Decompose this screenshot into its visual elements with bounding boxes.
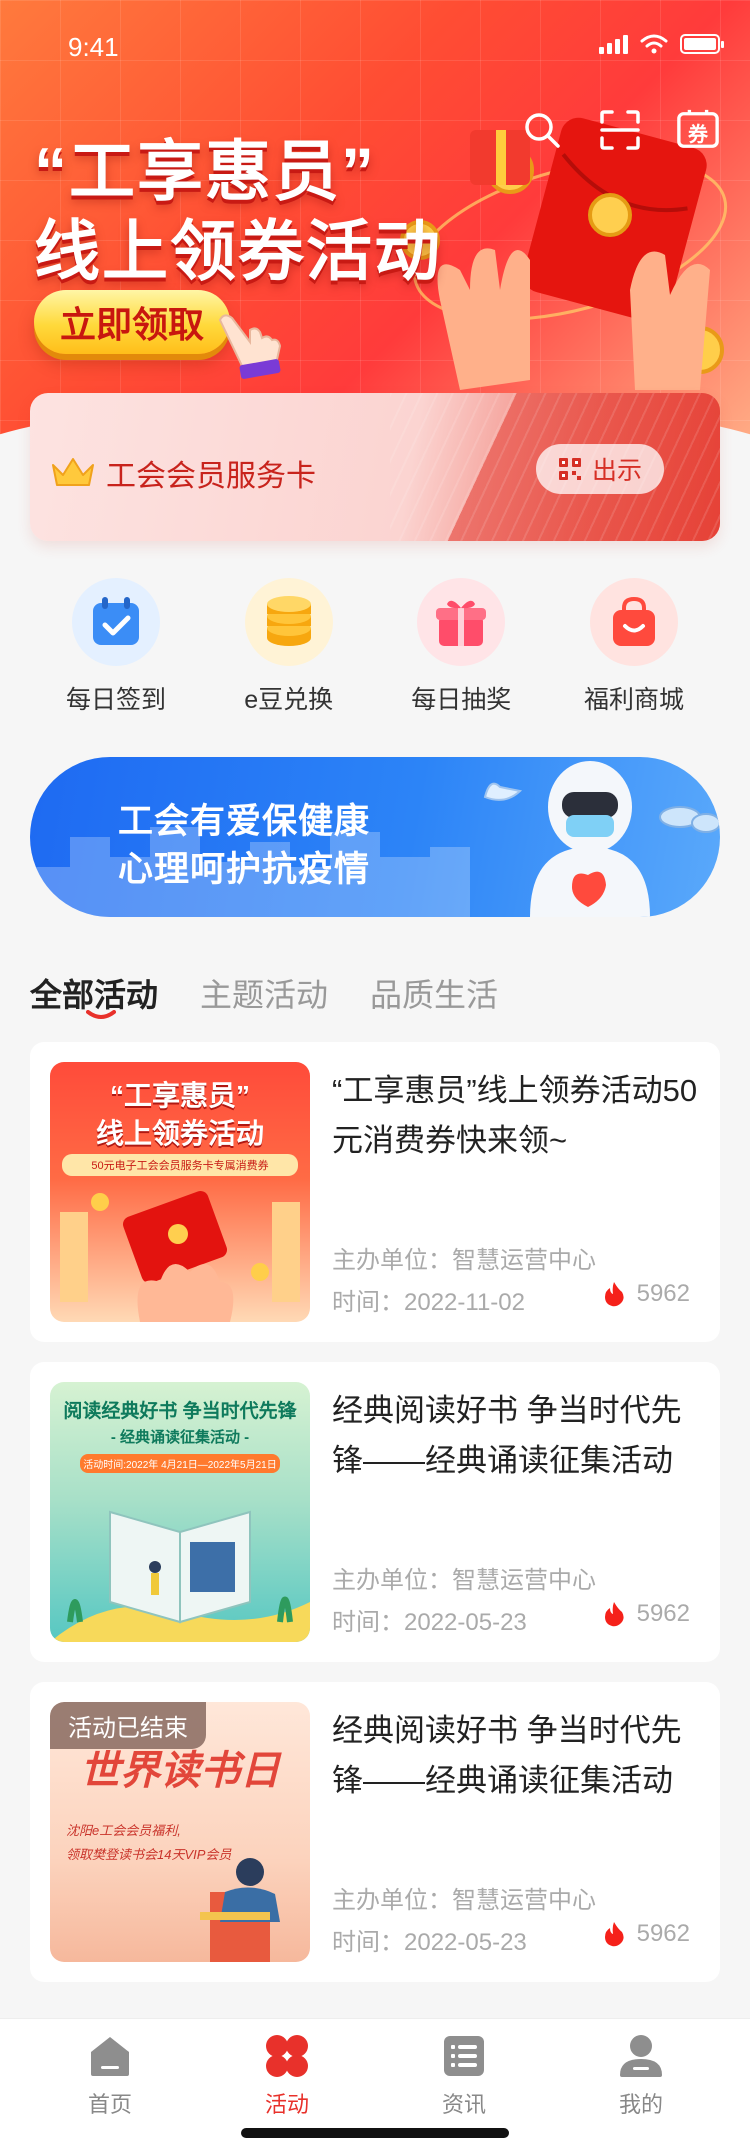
gift-icon [417, 578, 506, 666]
banner-line1: 工会有爱保健康 [118, 802, 371, 841]
quick-welfare-mall[interactable]: 福利商城 [548, 578, 720, 728]
coupon-icon[interactable]: 券 [676, 108, 720, 152]
news-list-icon [441, 2033, 487, 2079]
popularity-count: 5962 [636, 1280, 690, 1307]
activity-thumbnail: 世界读书日 沈阳e工会会员福利, 领取樊登读书会14天VIP会员 活动已结束 [50, 1702, 310, 1962]
member-card-label: 工会会员服务卡 [106, 460, 316, 493]
activity-clover-icon [264, 2033, 310, 2079]
member-service-card[interactable]: 工会会员服务卡 出示 [30, 393, 720, 541]
reader-illustration [200, 1858, 280, 1962]
quick-label: 每日抽奖 [411, 686, 512, 714]
medical-worker-illustration [483, 761, 720, 917]
show-card-button[interactable]: 出示 [536, 444, 664, 494]
flame-icon [604, 1922, 624, 1947]
red-envelope-icon [60, 1190, 300, 1322]
hero-title-line2: 线上领券活动 [34, 214, 442, 288]
pointing-hand-icon [218, 314, 282, 379]
quick-label: 福利商城 [583, 686, 684, 714]
activity-organizer: 主办单位：智慧运营中心 [332, 1567, 596, 1594]
activity-thumbnail: 阅读经典好书 争当时代先锋 - 经典诵读征集活动 - 活动时间:2022年 4月… [50, 1382, 310, 1642]
flame-icon [604, 1282, 624, 1307]
battery-icon [680, 34, 724, 54]
activity-card[interactable]: “工享惠员” 线上领券活动 50元电子工会会员服务卡专属消费券 “工享惠员”线上… [30, 1042, 720, 1342]
activity-popularity: 5962 [603, 1600, 690, 1628]
shopping-bag-icon [589, 578, 678, 666]
activity-tabs: 全部活动 主题活动 品质生活 [30, 960, 498, 1020]
qrcode-icon [558, 458, 581, 480]
signal-icon [599, 34, 628, 54]
quick-label: 每日签到 [65, 686, 166, 714]
activity-organizer: 主办单位：智慧运营中心 [332, 1887, 596, 1914]
activity-title: “工享惠员”线上领券活动50元消费券快来领~ [332, 1073, 698, 1158]
tabbar-mine[interactable]: 我的 [581, 2033, 701, 2119]
activity-popularity: 5962 [603, 1280, 690, 1308]
ended-badge: 活动已结束 [50, 1702, 206, 1749]
active-tab-indicator [86, 1010, 116, 1019]
quick-label: e豆兑换 [244, 686, 334, 714]
activity-time: 时间：2022-05-23 [332, 1609, 527, 1636]
status-time: 9:41 [68, 32, 119, 62]
flame-icon [604, 1602, 624, 1627]
quick-ebean-exchange[interactable]: e豆兑换 [203, 578, 375, 728]
health-promo-banner[interactable]: 工会有爱保健康 心理呵护抗疫情 [30, 757, 720, 917]
home-indicator [241, 2128, 509, 2138]
status-bar: 9:41 [0, 0, 750, 90]
activity-time: 时间：2022-05-23 [332, 1929, 527, 1956]
tabbar-home[interactable]: 首页 [50, 2033, 170, 2119]
tabbar-activities[interactable]: 活动 [227, 2033, 347, 2119]
wifi-icon [640, 34, 668, 54]
tabbar-news[interactable]: 资讯 [404, 2033, 524, 2119]
activity-time: 时间：2022-11-02 [332, 1289, 525, 1316]
banner-line2: 心理呵护抗疫情 [118, 850, 371, 889]
search-icon[interactable] [520, 108, 564, 152]
activity-popularity: 5962 [603, 1920, 690, 1948]
claim-now-button[interactable]: 立即领取 [34, 290, 230, 354]
activity-card[interactable]: 阅读经典好书 争当时代先锋 - 经典诵读征集活动 - 活动时间:2022年 4月… [30, 1362, 720, 1662]
popularity-count: 5962 [636, 1920, 690, 1947]
popularity-count: 5962 [636, 1600, 690, 1627]
activity-title: 经典阅读好书 争当时代先锋——经典诵读征集活动 [332, 1393, 682, 1478]
tab-theme-activities[interactable]: 主题活动 [200, 970, 328, 1020]
coupon-icon-label: 券 [688, 124, 708, 146]
crown-icon [52, 458, 94, 486]
show-card-label: 出示 [591, 457, 642, 485]
activity-thumbnail: “工享惠员” 线上领券活动 50元电子工会会员服务卡专属消费券 [50, 1062, 310, 1322]
quick-daily-checkin[interactable]: 每日签到 [30, 578, 202, 728]
open-book-illustration [50, 1510, 310, 1642]
activity-card[interactable]: 世界读书日 沈阳e工会会员福利, 领取樊登读书会14天VIP会员 活动已结束 经… [30, 1682, 720, 1982]
activity-title: 经典阅读好书 争当时代先锋——经典诵读征集活动 [332, 1713, 682, 1798]
tab-quality-life[interactable]: 品质生活 [370, 970, 498, 1020]
home-icon [87, 2033, 133, 2079]
quick-daily-lottery[interactable]: 每日抽奖 [375, 578, 547, 728]
activity-organizer: 主办单位：智慧运营中心 [332, 1247, 596, 1274]
user-icon [618, 2033, 664, 2079]
coins-icon [244, 578, 333, 666]
scan-icon[interactable] [598, 108, 642, 152]
calendar-check-icon [72, 578, 160, 666]
quick-menu: 每日签到 e豆兑换 每日抽奖 福利商城 [30, 578, 720, 728]
